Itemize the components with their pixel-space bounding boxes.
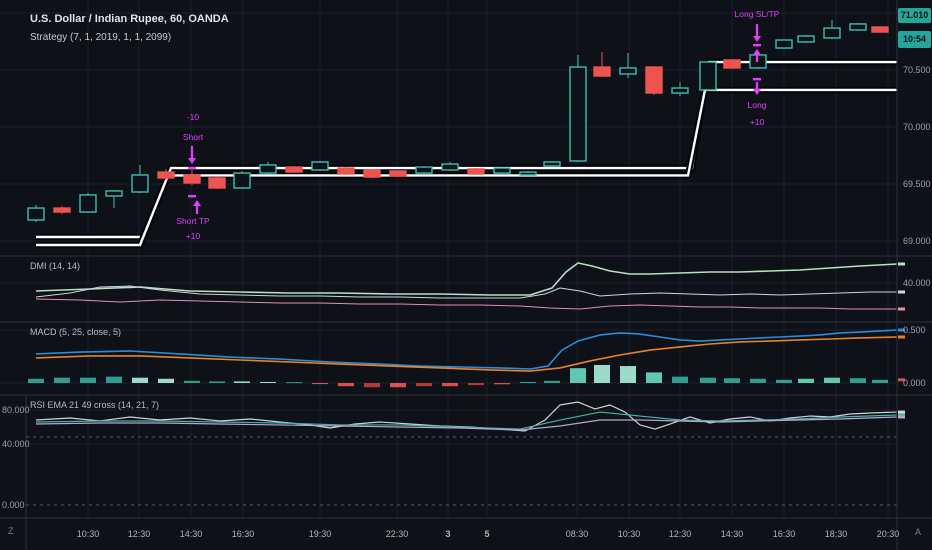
last-price-badge: 71.010: [898, 8, 931, 23]
strategy-title[interactable]: Strategy (7, 1, 2019, 1, 1, 2099): [30, 30, 229, 45]
bar-countdown-badge: 10:54: [898, 31, 931, 48]
chart-legend: U.S. Dollar / Indian Rupee, 60, OANDA St…: [30, 12, 229, 45]
dmi-pane[interactable]: [0, 256, 897, 322]
symbol-title[interactable]: U.S. Dollar / Indian Rupee, 60, OANDA: [30, 12, 229, 27]
rsi-label[interactable]: RSI EMA 21 49 cross (14, 21, 7): [30, 400, 159, 410]
price-scale[interactable]: [897, 0, 932, 518]
timezone-corner-label: Z: [8, 526, 14, 536]
macd-label[interactable]: MACD (5, 25, close, 5): [30, 327, 121, 337]
axis-tick-label: 0.000: [2, 500, 25, 510]
rsi-pane[interactable]: [26, 395, 897, 518]
time-scale[interactable]: [0, 518, 932, 550]
axis-settings-corner-label: A: [915, 527, 922, 537]
trading-chart-window: -10 Short Short TP +10 Long SL/TP Long +10 70.5…: [0, 0, 932, 550]
dmi-label[interactable]: DMI (14, 14): [30, 261, 80, 271]
macd-pane[interactable]: [0, 322, 897, 395]
